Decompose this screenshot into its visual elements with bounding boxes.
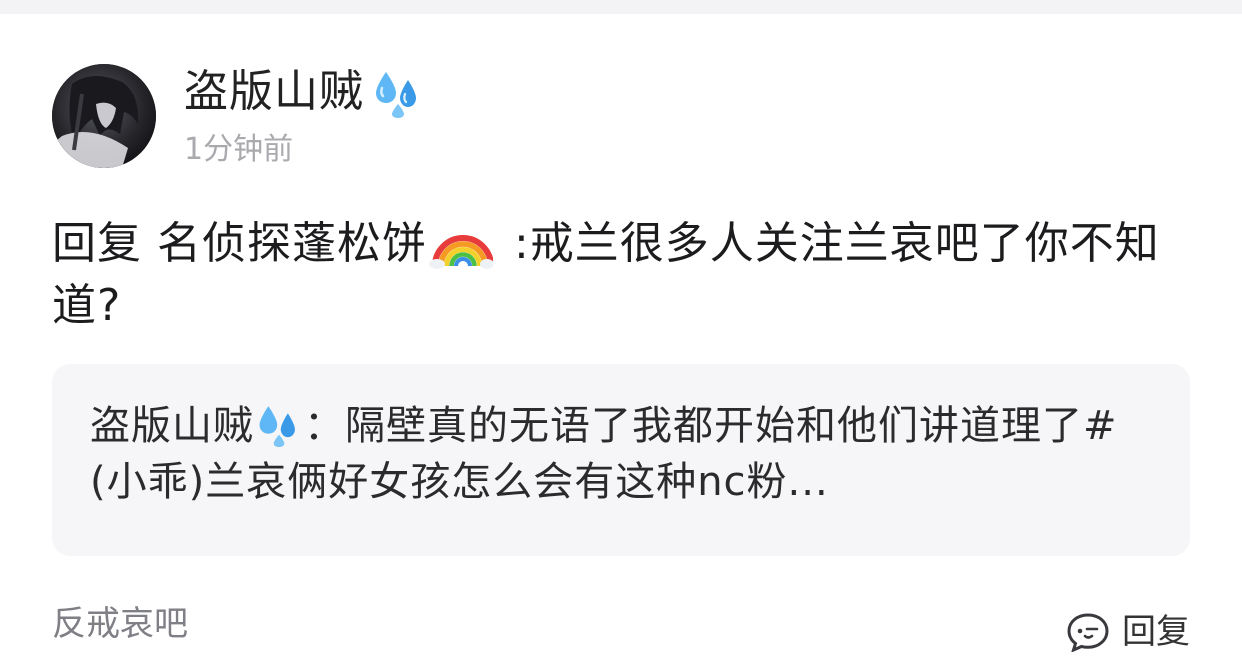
quoted-author[interactable]: 盗版山贼: [90, 403, 254, 449]
post-meta: 盗版山贼 1分钟前: [184, 64, 424, 168]
username-row: 盗版山贼: [184, 64, 424, 120]
forum-tag[interactable]: 反戒哀吧: [52, 604, 188, 644]
avatar[interactable]: [52, 64, 156, 168]
quoted-comment-text: 盗版山贼 ：隔壁真的无语了我都开始和他们讲道理了#(小乖)兰哀俩好女孩怎么会有这…: [90, 398, 1150, 510]
post-header: 盗版山贼 1分钟前: [52, 64, 424, 168]
reply-content: 回复 名侦探蓬松饼 :戒兰很多人关注兰哀吧了你不知道?: [52, 212, 1192, 337]
quoted-separator: ：: [304, 403, 345, 449]
reply-button-label: 回复: [1122, 612, 1190, 652]
avatar-image: [52, 64, 156, 168]
sweat-droplets-icon: [259, 406, 295, 447]
reply-target[interactable]: 回复 名侦探蓬松饼: [52, 218, 427, 269]
sweat-droplets-icon: [376, 72, 416, 118]
top-separator: [0, 0, 1242, 14]
comment-bubble-icon: [1067, 613, 1109, 652]
post-timestamp: 1分钟前: [184, 132, 294, 167]
rainbow-icon: [429, 235, 493, 269]
quoted-comment[interactable]: 盗版山贼 ：隔壁真的无语了我都开始和他们讲道理了#(小乖)兰哀俩好女孩怎么会有这…: [52, 364, 1190, 556]
username[interactable]: 盗版山贼: [184, 64, 364, 120]
reply-button[interactable]: 回复: [1066, 612, 1190, 652]
